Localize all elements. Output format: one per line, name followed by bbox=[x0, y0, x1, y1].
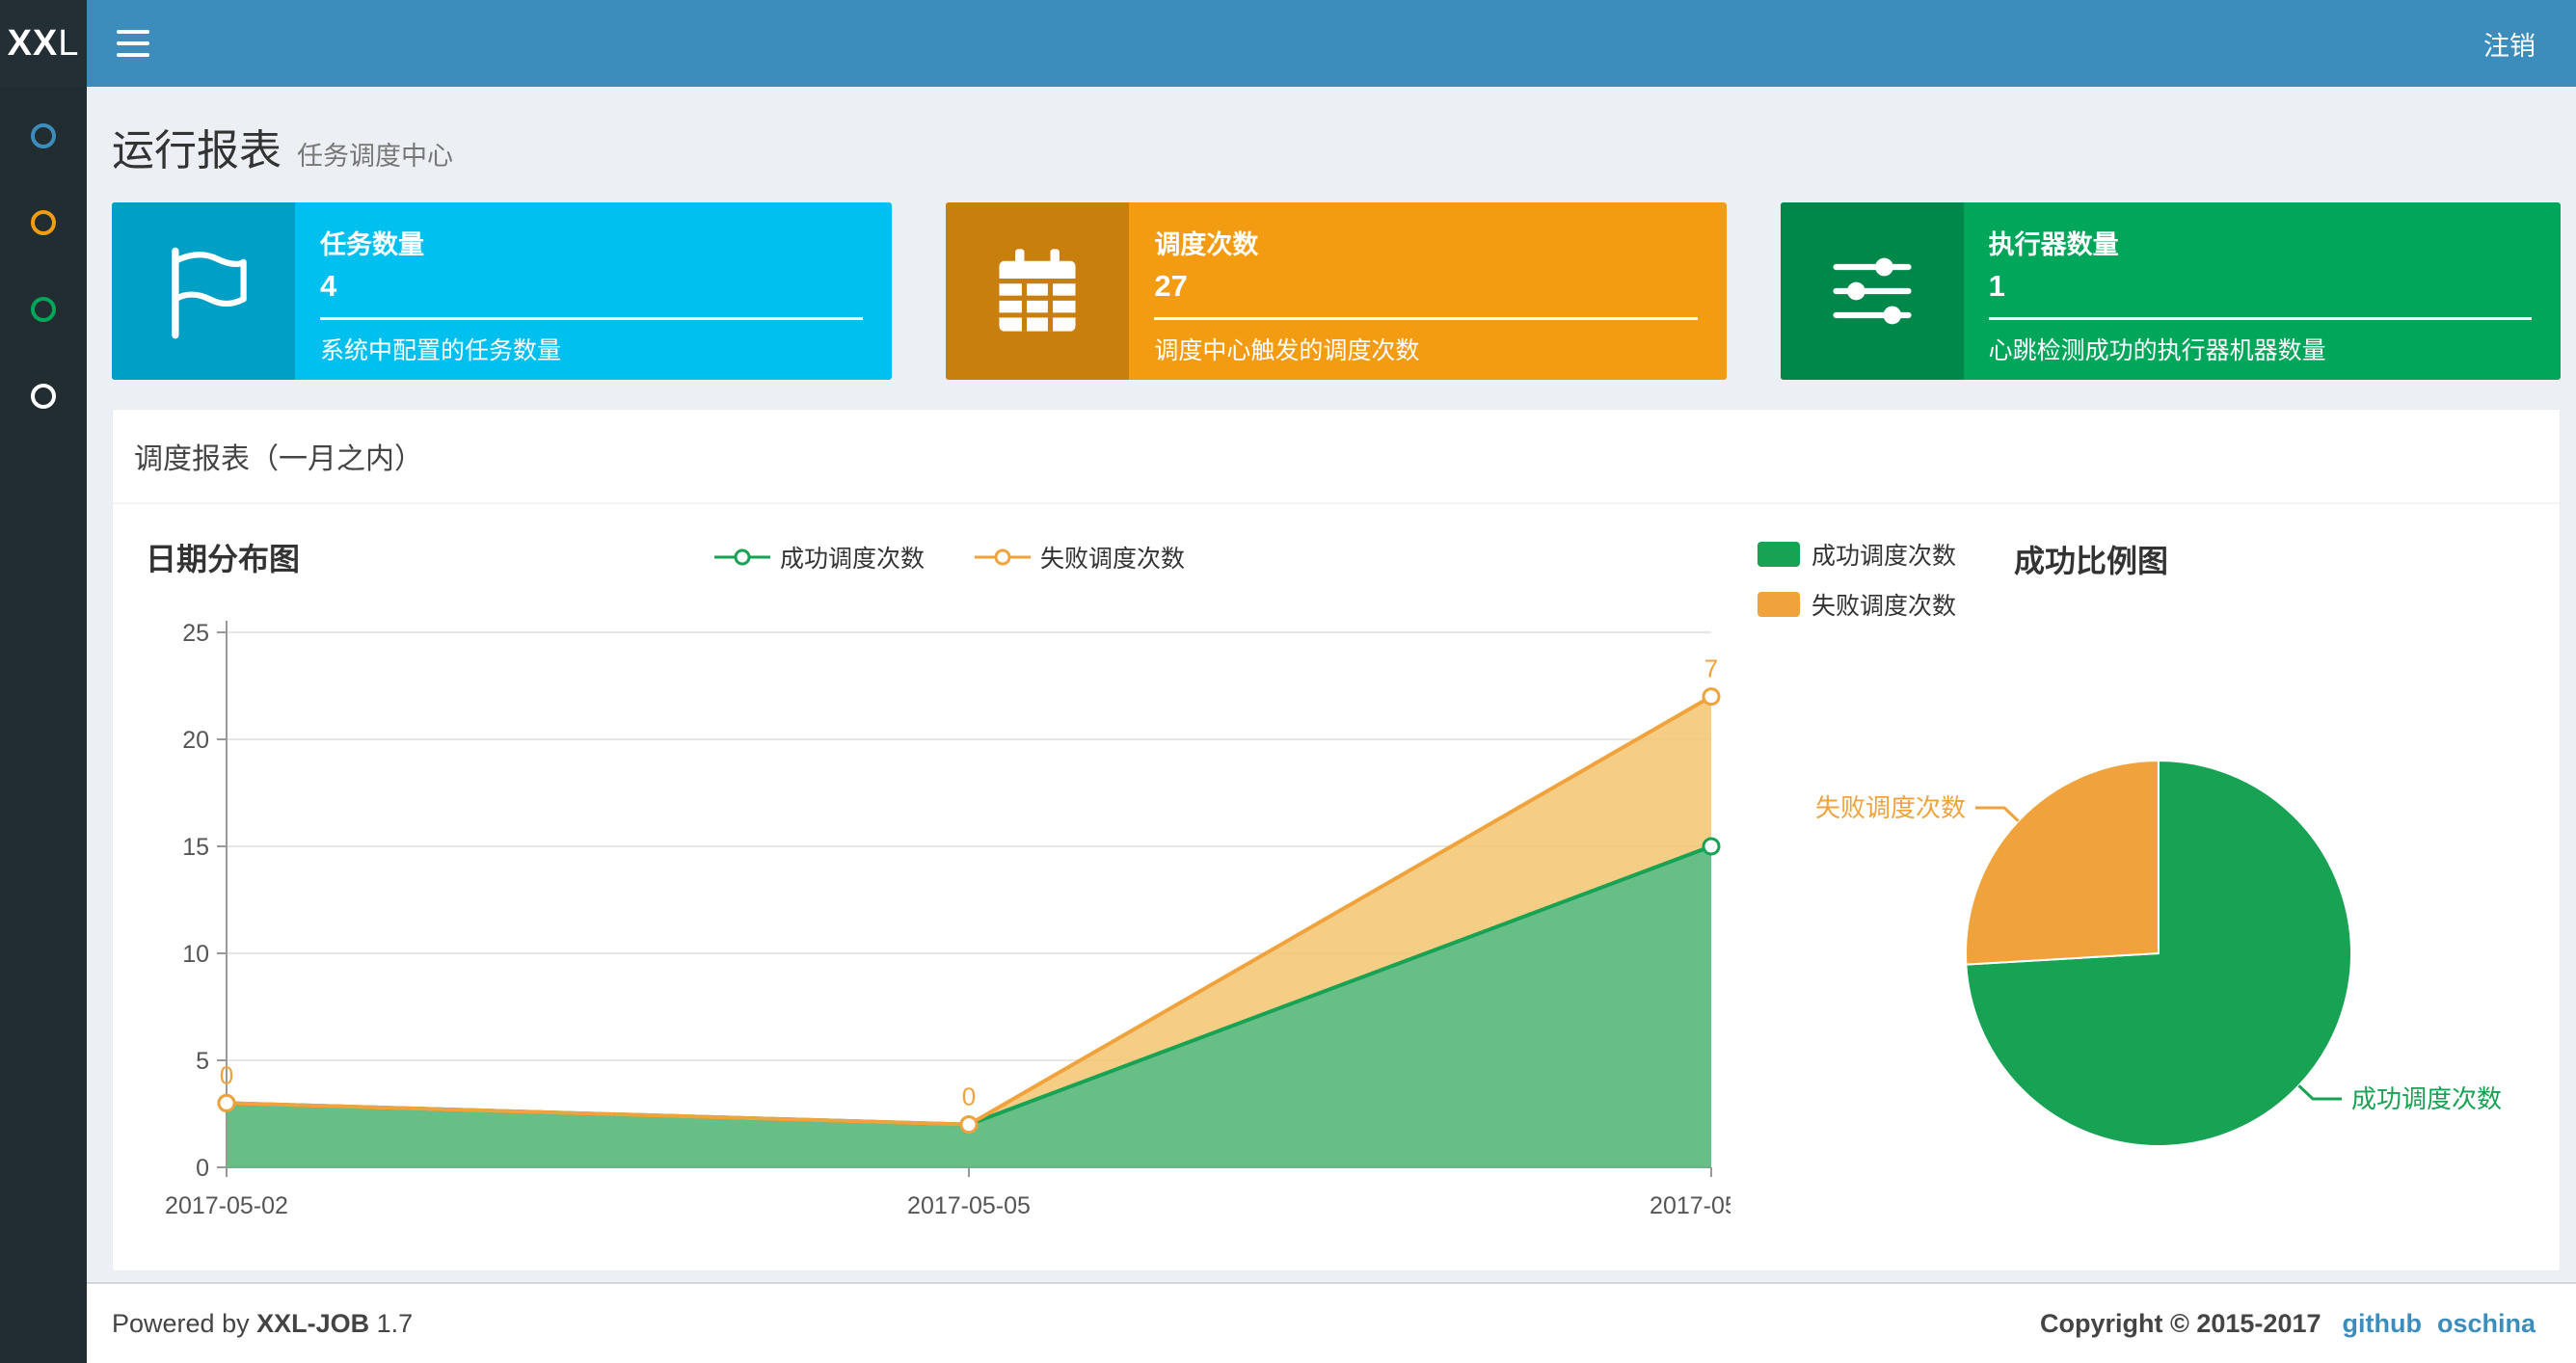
info-box-triggers: 调度次数 27 调度中心触发的调度次数 bbox=[946, 202, 1727, 380]
sidebar-item-menu-green[interactable] bbox=[0, 293, 87, 326]
hamburger-icon bbox=[117, 30, 149, 34]
sidebar-item-menu-blue[interactable] bbox=[0, 120, 87, 152]
page-title: 运行报表 bbox=[112, 127, 282, 174]
pie-chart-section: 成功调度次数 失败调度次数 成功比例图 成功调度次数 失败调度次数 bbox=[1754, 527, 2536, 1255]
legend-label: 失败调度次数 bbox=[1811, 593, 1957, 620]
info-box-body: 执行器数量 1 心跳检测成功的执行器机器数量 bbox=[1964, 202, 2561, 380]
svg-text:15: 15 bbox=[182, 834, 209, 861]
circle-icon bbox=[31, 297, 56, 322]
info-box-value: 1 bbox=[1988, 269, 2005, 303]
info-box-description: 心跳检测成功的执行器机器数量 bbox=[1988, 337, 2326, 364]
info-box-body: 调度次数 27 调度中心触发的调度次数 bbox=[1129, 202, 1726, 380]
legend-label: 成功调度次数 bbox=[779, 546, 925, 573]
date-distribution-chart-svg: 05101520252017-05-022017-05-052017-05-08… bbox=[165, 620, 1773, 1219]
info-box-row: 任务数量 4 系统中配置的任务数量 调度次数 27 调度中心触发的调度次数 执行… bbox=[112, 202, 2561, 380]
oschina-link[interactable]: oschina bbox=[2437, 1309, 2536, 1339]
pie-chart-header: 成功调度次数 失败调度次数 成功比例图 bbox=[1754, 537, 2536, 622]
navbar-right-area: 注销 bbox=[87, 0, 2576, 87]
info-box-value: 27 bbox=[1154, 269, 1188, 303]
page-wrapper: 运行报表 任务调度中心 任务数量 4 系统中配置的任务数量 调度次数 27 调度… bbox=[0, 87, 2576, 1363]
legend-swatch-icon bbox=[1758, 542, 1800, 567]
success-ratio-pie-svg: 成功调度次数 失败调度次数 bbox=[1815, 759, 2502, 1147]
github-link[interactable]: github bbox=[2343, 1309, 2422, 1339]
footer-links: github oschina bbox=[2343, 1309, 2536, 1339]
svg-text:25: 25 bbox=[182, 620, 209, 647]
info-box-executors: 执行器数量 1 心跳检测成功的执行器机器数量 bbox=[1780, 202, 2561, 380]
pie-chart-title: 成功比例图 bbox=[2014, 544, 2169, 578]
line-chart-header: 日期分布图 成功调度次数 失败调度次数 bbox=[130, 527, 1754, 589]
line-chart-title: 日期分布图 bbox=[146, 542, 301, 576]
sidebar-item-menu-white[interactable] bbox=[0, 380, 87, 413]
sidebar-item-menu-orange[interactable] bbox=[0, 206, 87, 239]
logout-link[interactable]: 注销 bbox=[2443, 0, 2576, 87]
date-distribution-chart: 05101520252017-05-022017-05-052017-05-08… bbox=[130, 589, 1773, 1255]
app-logo[interactable]: XX L bbox=[0, 0, 87, 87]
page-header: 运行报表 任务调度中心 bbox=[112, 116, 2561, 177]
svg-text:2017-05-08: 2017-05-08 bbox=[1650, 1192, 1731, 1219]
legend-item-1[interactable]: 失败调度次数 bbox=[975, 540, 1185, 575]
svg-text:5: 5 bbox=[196, 1048, 209, 1075]
line-marker-icon bbox=[975, 548, 1031, 566]
info-box-description: 系统中配置的任务数量 bbox=[320, 337, 562, 364]
legend-swatch-icon bbox=[1758, 592, 1800, 617]
svg-text:失败调度次数: 失败调度次数 bbox=[1815, 793, 1966, 822]
svg-text:0: 0 bbox=[220, 1060, 233, 1089]
svg-text:20: 20 bbox=[182, 727, 209, 754]
panel-title: 调度报表（一月之内） bbox=[113, 410, 2560, 504]
info-box-jobs: 任务数量 4 系统中配置的任务数量 bbox=[112, 202, 893, 380]
svg-text:7: 7 bbox=[1704, 655, 1718, 683]
top-navbar: XX L 注销 bbox=[0, 0, 2576, 87]
success-ratio-pie-chart: 成功调度次数 失败调度次数 bbox=[1754, 622, 2536, 1249]
divider bbox=[320, 317, 864, 320]
circle-icon bbox=[31, 210, 56, 235]
line-chart-legend: 成功调度次数 失败调度次数 bbox=[713, 540, 1185, 575]
report-panel: 调度报表（一月之内） 日期分布图 成功调度次数 失败调度次数 0 5 10 15 20 25… bbox=[112, 409, 2561, 1271]
main-column: 运行报表 任务调度中心 任务数量 4 系统中配置的任务数量 调度次数 27 调度… bbox=[87, 87, 2576, 1363]
page-subtitle: 任务调度中心 bbox=[297, 142, 453, 171]
legend-item-0[interactable]: 成功调度次数 bbox=[713, 540, 925, 575]
svg-text:0: 0 bbox=[962, 1082, 976, 1111]
app-logo-light: L bbox=[58, 22, 80, 64]
divider bbox=[1988, 317, 2532, 320]
page-footer: Powered by XXL-JOB 1.7 Copyright © 2015-… bbox=[87, 1282, 2576, 1363]
pie-chart-legend: 成功调度次数 失败调度次数 bbox=[1758, 537, 1956, 622]
sliders-icon bbox=[1780, 202, 1964, 380]
content-area: 运行报表 任务调度中心 任务数量 4 系统中配置的任务数量 调度次数 27 调度… bbox=[87, 87, 2576, 1282]
legend-label: 成功调度次数 bbox=[1811, 543, 1957, 570]
line-marker-icon bbox=[713, 548, 770, 566]
svg-text:成功调度次数: 成功调度次数 bbox=[2351, 1084, 2502, 1113]
svg-text:10: 10 bbox=[182, 941, 209, 968]
info-box-description: 调度中心触发的调度次数 bbox=[1154, 337, 1420, 364]
pie-legend-item-1[interactable]: 失败调度次数 bbox=[1758, 587, 1956, 622]
info-box-body: 任务数量 4 系统中配置的任务数量 bbox=[295, 202, 892, 380]
copyright-text: Copyright © 2015-2017 bbox=[2039, 1308, 2321, 1338]
info-box-title: 调度次数 bbox=[1154, 230, 1259, 259]
svg-text:0: 0 bbox=[196, 1155, 209, 1182]
calendar-icon bbox=[946, 202, 1130, 380]
sidebar-menu bbox=[0, 87, 87, 1363]
app-logo-bold: XX bbox=[7, 22, 59, 64]
footer-right: Copyright © 2015-2017 github oschina bbox=[2040, 1309, 2536, 1339]
circle-icon bbox=[31, 384, 56, 409]
info-box-title: 任务数量 bbox=[320, 230, 424, 259]
svg-text:2017-05-05: 2017-05-05 bbox=[907, 1192, 1031, 1219]
legend-label: 失败调度次数 bbox=[1040, 546, 1186, 573]
powered-by: Powered by XXL-JOB 1.7 bbox=[112, 1308, 414, 1338]
flag-icon bbox=[112, 202, 295, 380]
sidebar-toggle-button[interactable] bbox=[87, 0, 179, 87]
line-chart-section: 日期分布图 成功调度次数 失败调度次数 0 5 10 15 20 25 2017-05-02 2… bbox=[130, 527, 1773, 1255]
info-box-title: 执行器数量 bbox=[1988, 230, 2119, 259]
svg-text:2017-05-02: 2017-05-02 bbox=[165, 1192, 288, 1219]
divider bbox=[1154, 317, 1698, 320]
panel-body: 日期分布图 成功调度次数 失败调度次数 0 5 10 15 20 25 2017-05-02 2… bbox=[113, 504, 2560, 1270]
xxl-job-dashboard: XX L 注销 运行报表 任务调度中心 任务数量 4 系统中配置的任务数量 调度… bbox=[0, 0, 2576, 1363]
circle-icon bbox=[31, 123, 56, 148]
info-box-value: 4 bbox=[320, 269, 337, 303]
pie-legend-item-0[interactable]: 成功调度次数 bbox=[1758, 537, 1956, 572]
